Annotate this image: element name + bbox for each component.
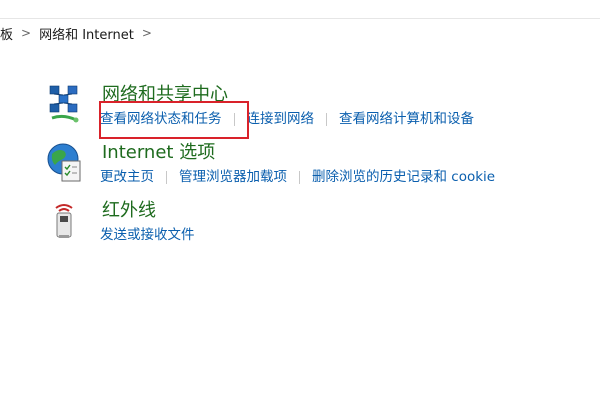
view-network-computers-link[interactable]: 查看网络计算机和设备 — [339, 110, 474, 128]
network-sharing-center-icon[interactable] — [46, 84, 86, 124]
link-divider — [326, 112, 327, 126]
breadcrumb-separator-icon[interactable]: > — [21, 26, 31, 40]
internet-options-title[interactable]: Internet 选项 — [102, 142, 215, 164]
infrared-title[interactable]: 红外线 — [102, 200, 156, 222]
link-divider — [299, 170, 300, 184]
delete-history-link[interactable]: 删除浏览的历史记录和 cookie — [312, 168, 495, 186]
breadcrumb: 板 > 网络和 Internet > — [0, 24, 152, 43]
infrared-icon[interactable] — [46, 200, 86, 240]
change-homepage-link[interactable]: 更改主页 — [100, 168, 154, 186]
connect-to-network-link[interactable]: 连接到网络 — [247, 110, 315, 128]
link-divider — [166, 170, 167, 184]
internet-options-links: 更改主页 管理浏览器加载项 删除浏览的历史记录和 cookie — [100, 168, 495, 186]
manage-addons-link[interactable]: 管理浏览器加载项 — [179, 168, 287, 186]
breadcrumb-item-control-panel[interactable]: 板 — [0, 24, 13, 43]
send-receive-files-link[interactable]: 发送或接收文件 — [100, 226, 195, 244]
breadcrumb-chevron-icon[interactable]: > — [142, 26, 152, 40]
highlight-annotation-box — [99, 101, 249, 139]
window-top-border — [0, 0, 600, 19]
breadcrumb-item-network-internet[interactable]: 网络和 Internet — [39, 24, 134, 43]
internet-options-globe-icon[interactable] — [46, 142, 86, 182]
infrared-links: 发送或接收文件 — [100, 226, 195, 244]
